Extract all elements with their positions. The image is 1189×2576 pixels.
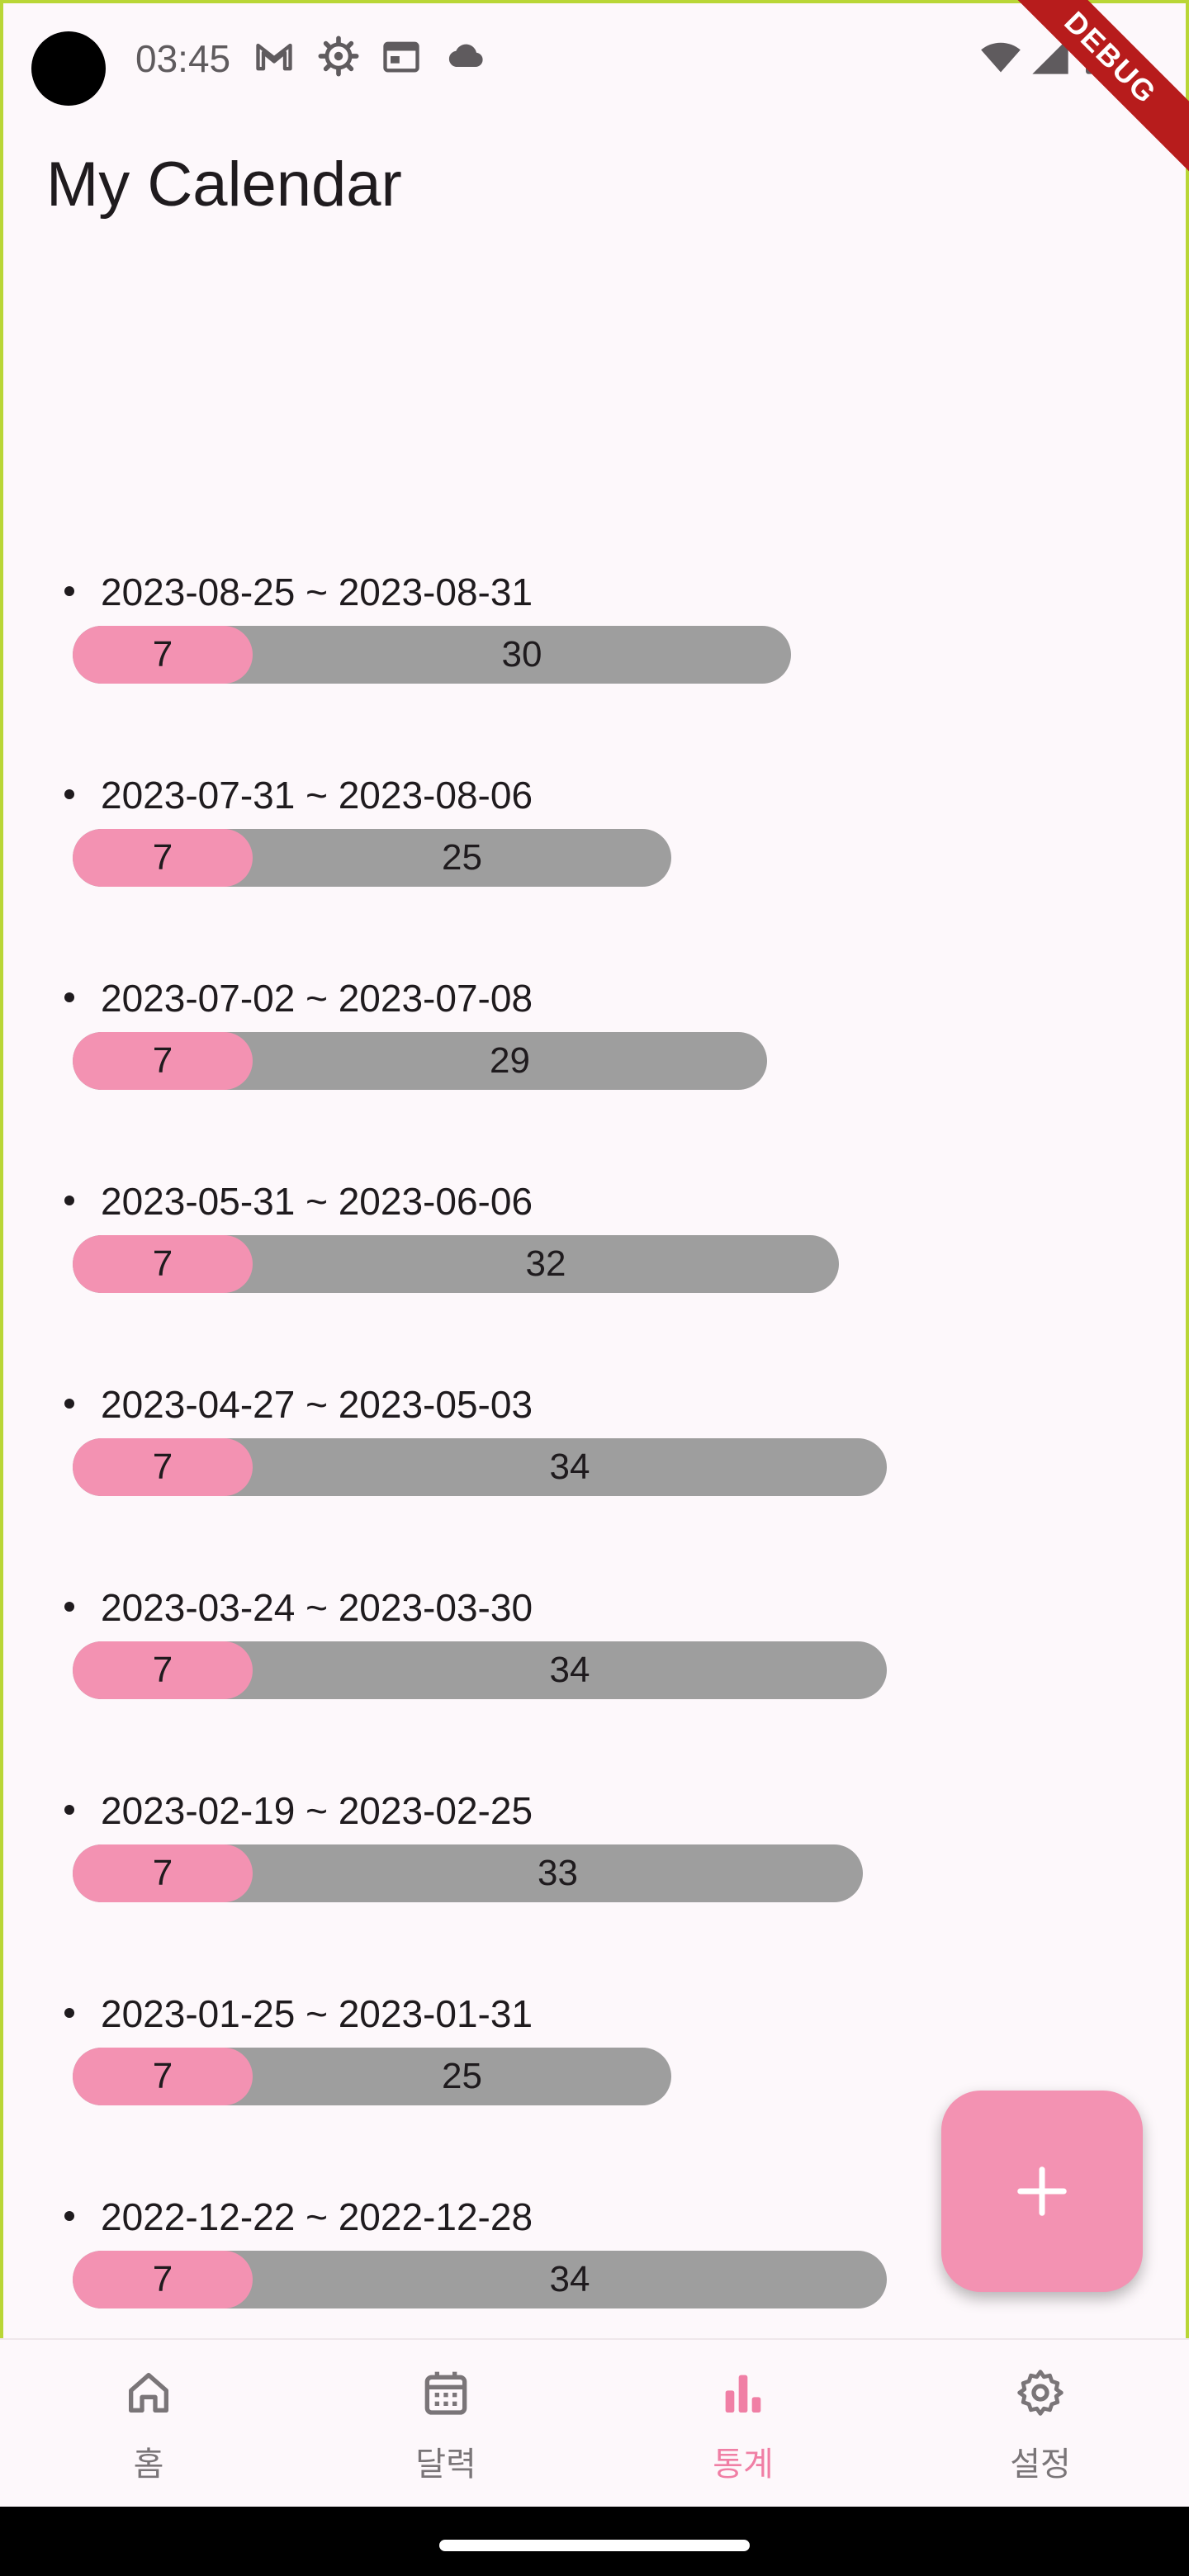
settings-icon bbox=[318, 36, 359, 77]
calendar-icon bbox=[383, 41, 419, 73]
bullet-dot bbox=[64, 1805, 74, 1815]
cycle-bar: 7 34 bbox=[73, 2251, 887, 2308]
period-row[interactable]: 2023-05-31 ~ 2023-06-06 7 32 bbox=[0, 1179, 1189, 1303]
period-range-label: 2023-07-31 ~ 2023-08-06 bbox=[101, 774, 533, 817]
bullet-dot bbox=[64, 586, 74, 596]
bar-chart-icon bbox=[725, 2375, 761, 2413]
nav-item-settings[interactable]: 설정 bbox=[892, 2340, 1189, 2508]
cycle-bar: 7 34 bbox=[73, 1641, 887, 1699]
cycle-days-segment: 32 bbox=[525, 1243, 566, 1284]
home-gesture-handle[interactable] bbox=[439, 2540, 750, 2551]
bottom-navigation: 홈 달력 통계 설정 bbox=[0, 2338, 1189, 2508]
period-row[interactable]: 2023-07-31 ~ 2023-08-06 7 25 bbox=[0, 773, 1189, 897]
status-time: 03:45 bbox=[135, 37, 231, 80]
cycle-bar: 7 25 bbox=[73, 2048, 671, 2105]
period-days-segment: 7 bbox=[73, 2048, 253, 2105]
cycle-days-segment: 33 bbox=[538, 1853, 578, 1893]
period-range-label: 2023-08-25 ~ 2023-08-31 bbox=[101, 571, 533, 613]
period-row[interactable]: 2023-04-27 ~ 2023-05-03 7 34 bbox=[0, 1382, 1189, 1506]
period-days-segment: 7 bbox=[73, 1235, 253, 1293]
period-range-label: 2023-01-25 ~ 2023-01-31 bbox=[101, 1992, 533, 2035]
gmail-icon bbox=[256, 43, 292, 71]
period-days-segment: 7 bbox=[73, 1438, 253, 1496]
cycle-days-segment: 34 bbox=[549, 2259, 590, 2299]
period-row[interactable]: 2023-08-25 ~ 2023-08-31 7 30 bbox=[0, 570, 1189, 694]
camera-cutout bbox=[31, 31, 106, 106]
nav-item-statistics[interactable]: 통계 bbox=[594, 2340, 892, 2508]
page-title: My Calendar bbox=[46, 149, 402, 220]
period-days-segment: 7 bbox=[73, 1844, 253, 1902]
bullet-dot bbox=[64, 1399, 74, 1409]
nav-item-calendar[interactable]: 달력 bbox=[297, 2340, 594, 2508]
period-days-segment: 7 bbox=[73, 1641, 253, 1699]
period-range-label: 2023-07-02 ~ 2023-07-08 bbox=[101, 977, 533, 1020]
bullet-dot bbox=[64, 789, 74, 799]
settings-icon bbox=[1017, 2370, 1063, 2416]
cycle-days-segment: 34 bbox=[549, 1650, 590, 1690]
bullet-dot bbox=[64, 1196, 74, 1205]
cycle-bar: 7 34 bbox=[73, 1438, 887, 1496]
nav-item-home[interactable]: 홈 bbox=[0, 2340, 297, 2508]
cycle-days-segment: 29 bbox=[490, 1040, 530, 1081]
period-range-label: 2023-03-24 ~ 2023-03-30 bbox=[101, 1586, 533, 1629]
bullet-dot bbox=[64, 2211, 74, 2221]
period-days-segment: 7 bbox=[73, 2251, 253, 2308]
cycle-days-segment: 25 bbox=[442, 837, 482, 878]
nav-label-statistics: 통계 bbox=[713, 2446, 774, 2484]
debug-banner: DEBUG bbox=[997, 0, 1189, 172]
cycle-bar: 7 29 bbox=[73, 1032, 767, 1090]
nav-label-settings: 설정 bbox=[1010, 2446, 1071, 2484]
cycle-bar: 7 32 bbox=[73, 1235, 839, 1293]
period-range-label: 2022-12-22 ~ 2022-12-28 bbox=[101, 2195, 533, 2238]
period-days-segment: 7 bbox=[73, 626, 253, 684]
plus-icon bbox=[1017, 2166, 1067, 2216]
home-icon bbox=[129, 2373, 168, 2413]
period-range-label: 2023-02-19 ~ 2023-02-25 bbox=[101, 1789, 533, 1832]
bullet-dot bbox=[64, 2008, 74, 2018]
period-days-segment: 7 bbox=[73, 829, 253, 887]
period-row[interactable]: 2023-02-19 ~ 2023-02-25 7 33 bbox=[0, 1788, 1189, 1912]
gesture-bar bbox=[0, 2507, 1189, 2576]
cloud-icon bbox=[448, 44, 483, 68]
cycle-days-segment: 30 bbox=[501, 634, 542, 675]
cycle-days-segment: 34 bbox=[549, 1447, 590, 1487]
status-bar: 03:45 DEBUG bbox=[0, 0, 1189, 172]
nav-label-calendar: 달력 bbox=[415, 2446, 476, 2484]
nav-label-home: 홈 bbox=[133, 2446, 164, 2484]
cycle-bar: 7 33 bbox=[73, 1844, 863, 1902]
add-period-button[interactable] bbox=[941, 2091, 1143, 2292]
period-days-segment: 7 bbox=[73, 1032, 253, 1090]
calendar-icon bbox=[424, 2371, 467, 2415]
period-row[interactable]: 2023-07-02 ~ 2023-07-08 7 29 bbox=[0, 976, 1189, 1100]
period-row[interactable]: 2023-03-24 ~ 2023-03-30 7 34 bbox=[0, 1585, 1189, 1709]
bullet-dot bbox=[64, 1602, 74, 1612]
cycle-bar: 7 30 bbox=[73, 626, 791, 684]
cycle-days-segment: 25 bbox=[442, 2056, 482, 2096]
wifi-icon bbox=[981, 42, 1021, 73]
cycle-bar: 7 25 bbox=[73, 829, 671, 887]
period-range-label: 2023-05-31 ~ 2023-06-06 bbox=[101, 1180, 533, 1223]
bullet-dot bbox=[64, 992, 74, 1002]
period-range-label: 2023-04-27 ~ 2023-05-03 bbox=[101, 1383, 533, 1426]
